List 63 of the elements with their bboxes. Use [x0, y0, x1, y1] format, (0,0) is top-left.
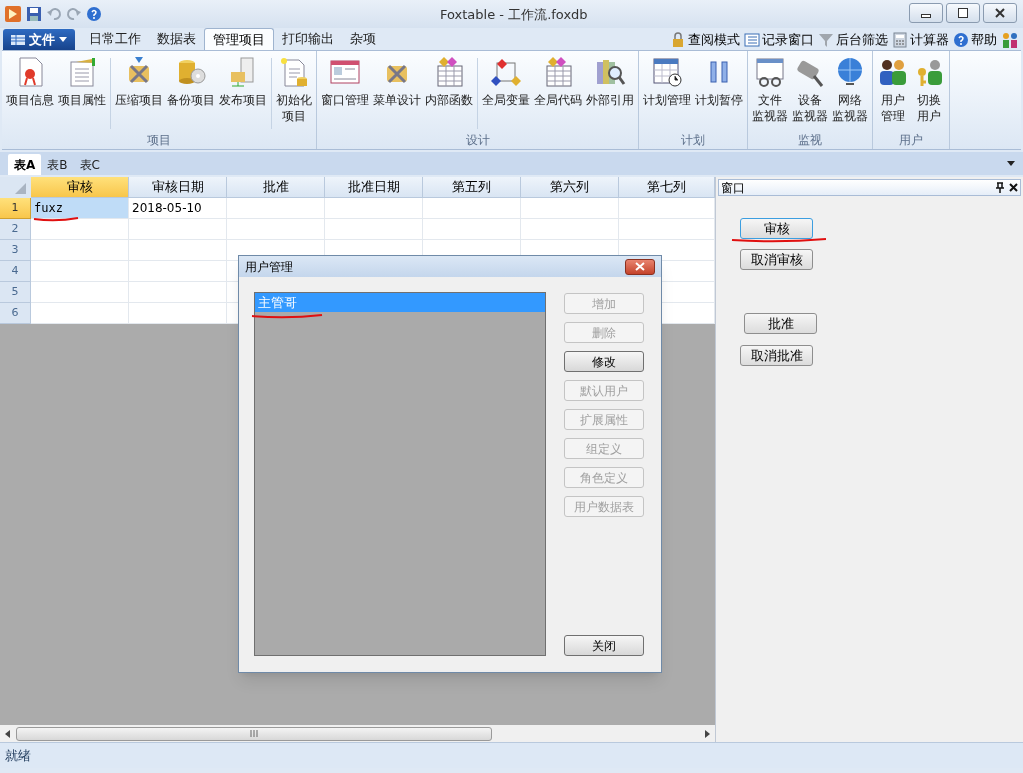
ribbon-button[interactable]: 外部引用: [584, 56, 636, 131]
ribbon-button[interactable]: 项目属性: [56, 56, 108, 131]
ribbon-group-label: 设计: [464, 132, 491, 149]
ribbon-tab[interactable]: 管理项目: [204, 28, 274, 50]
file-menu-button[interactable]: 文件: [3, 29, 75, 50]
ribbon-button[interactable]: 菜单设计: [371, 56, 423, 131]
ribbon-button[interactable]: 用户 管理: [875, 56, 911, 131]
close-dialog-button[interactable]: 关闭: [564, 635, 644, 656]
ribbon-button[interactable]: 发布项目: [217, 56, 269, 131]
ribbon-button[interactable]: 压缩项目: [113, 56, 165, 131]
ribbon-tab[interactable]: 杂项: [342, 28, 384, 50]
column-header[interactable]: 批准日期: [325, 177, 423, 198]
column-header[interactable]: 审核日期: [129, 177, 227, 198]
toolbar-button[interactable]: 记录窗口: [744, 30, 814, 50]
column-header[interactable]: 批准: [227, 177, 325, 198]
ribbon-button[interactable]: 计划管理: [641, 56, 693, 131]
ribbon-tab[interactable]: 日常工作: [81, 28, 149, 50]
toolbar-button[interactable]: 计算器: [892, 30, 949, 50]
form-button[interactable]: 取消审核: [740, 249, 813, 270]
dialog-title: 用户管理: [245, 258, 294, 276]
toolbar-button[interactable]: 帮助: [953, 30, 997, 50]
column-header[interactable]: 第七列: [619, 177, 715, 198]
row-header[interactable]: 4: [0, 261, 31, 282]
panel-title: 窗口: [721, 179, 746, 197]
row-header[interactable]: 2: [0, 219, 31, 240]
ribbon-button[interactable]: 全局代码: [532, 56, 584, 131]
form-button[interactable]: 批准: [744, 313, 817, 334]
table-cell: fuxz: [31, 198, 129, 219]
table-cell: 2018-05-10: [129, 198, 227, 219]
ribbon-tab[interactable]: 数据表: [149, 28, 204, 50]
ribbon-button[interactable]: 备份项目: [165, 56, 217, 131]
ribbon-button[interactable]: 计划暂停: [693, 56, 745, 131]
ribbon-button[interactable]: 项目信息: [4, 56, 56, 131]
ribbon-button[interactable]: 网络 监视器: [830, 56, 870, 131]
toolbar-button[interactable]: 后台筛选: [818, 30, 888, 50]
ribbon-button[interactable]: 文件 监视器: [750, 56, 790, 131]
ribbon-group-label: 用户: [898, 132, 924, 149]
ribbon-group-label: 监视: [797, 132, 823, 149]
ribbon-tab[interactable]: 打印输出: [274, 28, 342, 50]
row-header[interactable]: 6: [0, 303, 31, 324]
window-title: Foxtable - 工作流.foxdb: [440, 6, 588, 24]
ribbon-button[interactable]: 内部函数: [423, 56, 475, 131]
sheet-tab[interactable]: 表C: [73, 154, 106, 175]
dialog-button[interactable]: 修改: [564, 351, 644, 372]
row-header[interactable]: 3: [0, 240, 31, 261]
ribbon-button[interactable]: 窗口管理: [319, 56, 371, 131]
sheet-tab[interactable]: 表B: [41, 154, 74, 175]
sheet-tab[interactable]: 表A: [8, 154, 42, 175]
row-header[interactable]: 5: [0, 282, 31, 303]
ribbon-button[interactable]: 初始化 项目: [274, 56, 314, 131]
column-header[interactable]: 第六列: [521, 177, 619, 198]
ribbon-group-label: 项目: [146, 132, 172, 149]
row-header[interactable]: 1: [0, 198, 31, 219]
column-header[interactable]: 第五列: [423, 177, 521, 198]
ribbon-group-label: 计划: [680, 132, 706, 149]
form-button[interactable]: 取消批准: [740, 345, 813, 366]
toolbar-button[interactable]: 查阅模式: [670, 30, 740, 50]
ribbon-button[interactable]: 切换 用户: [911, 56, 947, 131]
ribbon-button[interactable]: 设备 监视器: [790, 56, 830, 131]
form-button[interactable]: 审核: [740, 218, 813, 239]
column-header[interactable]: 审核: [31, 177, 129, 198]
status-text: 就绪: [5, 746, 31, 765]
ribbon-button[interactable]: 全局变量: [480, 56, 532, 131]
